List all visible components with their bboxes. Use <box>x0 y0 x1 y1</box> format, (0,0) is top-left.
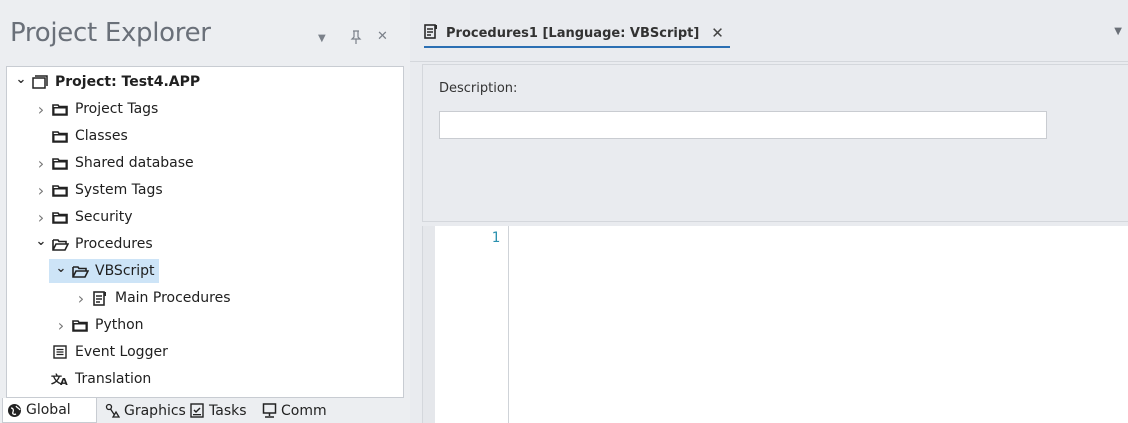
explorer-bottom-tabs: Global Graphics Tasks Comm <box>0 398 410 423</box>
tree-item-label: VBScript <box>95 263 155 279</box>
chevron-down-icon[interactable]: ⌄ <box>13 72 29 87</box>
tree-item-label: Project Tags <box>75 101 159 117</box>
folder-icon <box>51 156 69 170</box>
tab-global[interactable]: Global <box>2 398 97 423</box>
tree-item-procedures[interactable]: ⌄ Procedures <box>33 232 153 256</box>
tree-item-project-tags[interactable]: › Project Tags <box>33 97 159 121</box>
folder-icon <box>51 129 69 143</box>
project-explorer-panel: Project Explorer ▼ ✕ ⌄ Project: Test4.APP… <box>0 0 410 423</box>
tree-item-label: Classes <box>75 128 128 144</box>
tree-item-security[interactable]: › Security <box>33 205 133 229</box>
script-icon <box>424 23 438 43</box>
explorer-header: Project Explorer ▼ ✕ <box>0 0 410 64</box>
tree-item-main-procedures[interactable]: › Main Procedures <box>73 286 231 310</box>
chevron-down-icon[interactable]: ⌄ <box>33 234 49 249</box>
document-area: Procedures1 [Language: VBScript] ✕ ▼ Des… <box>410 0 1128 423</box>
tree-item-project-test4-app[interactable]: ⌄ Project: Test4.APP <box>13 70 201 94</box>
tab-label: Tasks <box>209 402 247 419</box>
tree-item-label: Event Logger <box>75 344 168 360</box>
chevron-right-icon[interactable]: › <box>33 100 49 119</box>
graphics-icon <box>105 403 120 418</box>
tree-item-shared-database[interactable]: › Shared database <box>33 151 194 175</box>
folder-icon <box>51 183 69 197</box>
tree-item-translation[interactable]: 文 A Translation <box>33 367 151 391</box>
code-editor[interactable]: 1 <box>422 226 1128 423</box>
line-number-gutter: 1 <box>435 226 509 423</box>
folder-open-icon <box>71 264 89 278</box>
chevron-right-icon[interactable]: › <box>33 208 49 227</box>
tree-item-system-tags[interactable]: › System Tags <box>33 178 163 202</box>
tab-tasks[interactable]: Tasks <box>186 398 254 423</box>
tree-item-label: Translation <box>75 371 152 387</box>
chevron-right-icon[interactable]: › <box>73 289 89 308</box>
chevron-right-icon[interactable]: › <box>33 154 49 173</box>
folder-icon <box>51 210 69 224</box>
tab-comm[interactable]: Comm <box>258 398 338 423</box>
project-icon <box>31 75 49 89</box>
tree-item-python[interactable]: › Python <box>53 313 144 337</box>
explorer-title: Project Explorer <box>10 18 211 48</box>
tree-item-event-logger[interactable]: Event Logger <box>33 340 168 364</box>
folder-icon <box>51 102 69 116</box>
chevron-right-icon[interactable]: › <box>53 316 69 335</box>
close-tab-button[interactable]: ✕ <box>711 24 724 42</box>
translate-icon: 文A <box>51 372 69 386</box>
tab-procedures1[interactable]: Procedures1 [Language: VBScript] ✕ <box>424 20 730 48</box>
folder-icon <box>71 318 89 332</box>
tree-item-vbscript[interactable]: ⌄ VBScript <box>49 259 159 283</box>
folder-open-icon <box>51 237 69 251</box>
tasks-icon <box>190 403 205 418</box>
app-window: Project Explorer ▼ ✕ ⌄ Project: Test4.APP… <box>0 0 1128 423</box>
chevron-down-icon[interactable]: ⌄ <box>53 261 69 276</box>
svg-text:A: A <box>60 377 68 386</box>
line-number: 1 <box>491 230 500 246</box>
chevron-right-icon[interactable]: › <box>33 181 49 200</box>
tab-list-dropdown[interactable]: ▼ <box>1114 26 1122 37</box>
tree-item-label: Shared database <box>75 155 194 171</box>
globe-icon <box>7 403 22 418</box>
description-panel: Description: <box>422 64 1128 222</box>
panel-menu-button[interactable]: ▼ <box>318 32 326 46</box>
close-panel-button[interactable]: ✕ <box>377 30 388 44</box>
tree-item-label: System Tags <box>75 182 163 198</box>
tree-item-label: Project: Test4.APP <box>55 74 201 90</box>
pin-icon[interactable] <box>350 30 362 48</box>
document-tabbar: Procedures1 [Language: VBScript] ✕ ▼ <box>410 0 1128 62</box>
tree-item-label: Python <box>95 317 144 333</box>
list-icon <box>51 345 69 359</box>
tab-label: Procedures1 [Language: VBScript] <box>446 25 700 41</box>
project-tree: ⌄ Project: Test4.APP › Project Tags Classes ›… <box>6 66 404 398</box>
tree-item-label: Procedures <box>75 236 153 252</box>
description-input[interactable] <box>439 111 1047 139</box>
tree-item-label: Main Procedures <box>115 290 231 306</box>
tab-label: Global <box>26 402 71 418</box>
tab-label: Comm <box>281 402 327 419</box>
tab-label: Graphics <box>124 402 186 419</box>
tree-item-classes[interactable]: Classes <box>33 124 128 148</box>
tab-graphics[interactable]: Graphics <box>101 398 186 423</box>
script-icon <box>91 290 109 306</box>
comm-icon <box>262 403 277 418</box>
description-label: Description: <box>439 81 518 96</box>
tree-item-label: Security <box>75 209 133 225</box>
editor-margin <box>423 226 435 423</box>
